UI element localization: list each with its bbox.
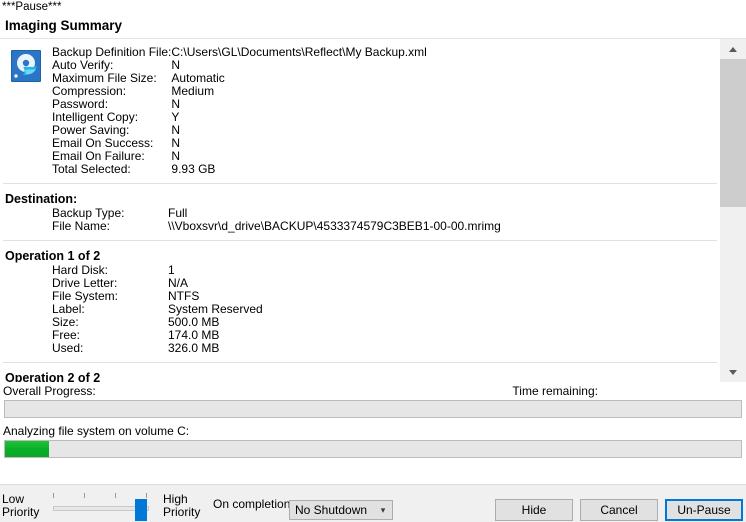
chevron-up-icon <box>729 46 737 52</box>
summary-scroll-content: Backup Definition File: C:\Users\GL\Docu… <box>0 39 719 382</box>
pause-status-banner: ***Pause*** <box>0 0 746 16</box>
row-key: Used: <box>52 341 84 355</box>
row-value: N <box>171 136 181 150</box>
hide-button[interactable]: Hide <box>495 499 573 521</box>
overall-progress-label: Overall Progress: <box>3 384 96 398</box>
chevron-down-icon <box>729 369 737 375</box>
row-key: File Name: <box>52 219 111 233</box>
table-row: Compression: Medium <box>52 85 427 98</box>
row-value: Medium <box>171 84 215 98</box>
task-progress-bar <box>4 440 742 458</box>
row-key: Total Selected: <box>52 162 131 176</box>
row-value: N <box>171 97 181 111</box>
table-row: Total Selected: 9.93 GB <box>52 163 427 176</box>
row-value: C:\Users\GL\Documents\Reflect\My Backup.… <box>171 45 427 59</box>
destination-details-table: Backup Type: Full File Name: \\Vboxsvr\d… <box>52 207 501 233</box>
operation-1-title: Operation 1 of 2 <box>5 249 101 263</box>
imaging-progress-window: ***Pause*** Imaging Summary Backup Defin… <box>0 0 746 522</box>
table-row: Free: 174.0 MB <box>52 329 263 342</box>
high-priority-label: High Priority <box>163 492 201 519</box>
operation-1-block: Operation 1 of 2 Hard Disk: 1 Drive Lett… <box>0 241 719 362</box>
scroll-up-button[interactable] <box>720 39 746 59</box>
row-value: \\Vboxsvr\d_drive\BACKUP\4533374579C3BEB… <box>168 219 501 233</box>
task-status-row: Analyzing file system on volume C: <box>0 422 746 440</box>
imaging-summary-block: Backup Definition File: C:\Users\GL\Docu… <box>0 39 719 183</box>
time-remaining-label: Time remaining: <box>512 384 598 398</box>
table-row: Size: 500.0 MB <box>52 316 263 329</box>
row-value: Y <box>171 110 180 124</box>
on-completion-dropdown[interactable]: No Shutdown ▾ <box>289 500 393 520</box>
table-row: Label: System Reserved <box>52 303 263 316</box>
page-title: Imaging Summary <box>0 16 746 38</box>
operation-1-details-table: Hard Disk: 1 Drive Letter: N/A File Syst… <box>52 264 263 355</box>
un-pause-button[interactable]: Un-Pause <box>665 499 743 521</box>
operation-2-block: Operation 2 of 2 <box>0 363 719 382</box>
low-priority-label: Low Priority <box>2 492 40 519</box>
task-progress-fill <box>5 441 50 457</box>
summary-details-table: Backup Definition File: C:\Users\GL\Docu… <box>52 46 427 176</box>
vertical-scrollbar[interactable] <box>719 39 746 382</box>
scrollbar-thumb[interactable] <box>720 59 746 207</box>
row-value: N <box>171 123 181 137</box>
chevron-down-icon: ▾ <box>380 504 386 515</box>
destination-title: Destination: <box>5 192 78 206</box>
table-row: Used: 326.0 MB <box>52 342 263 355</box>
destination-block: Destination: Backup Type: Full File Name… <box>0 184 719 240</box>
operation-2-title: Operation 2 of 2 <box>5 371 101 382</box>
slider-thumb[interactable] <box>135 499 147 521</box>
on-completion-label: On completion <box>213 497 291 511</box>
task-status-label: Analyzing file system on volume C: <box>3 424 190 438</box>
overall-progress-row: Overall Progress: Time remaining: <box>0 382 746 400</box>
hard-disk-icon <box>10 49 42 83</box>
row-value: 326.0 MB <box>168 341 220 355</box>
priority-slider[interactable] <box>53 493 149 521</box>
overall-progress-bar <box>4 400 742 418</box>
row-value: 9.93 GB <box>171 162 216 176</box>
scroll-down-button[interactable] <box>720 362 746 382</box>
summary-scroll-region[interactable]: Backup Definition File: C:\Users\GL\Docu… <box>0 38 746 382</box>
on-completion-value: No Shutdown <box>295 503 368 517</box>
table-row: File Name: \\Vboxsvr\d_drive\BACKUP\4533… <box>52 220 501 233</box>
progress-area: Overall Progress: Time remaining: Analyz… <box>0 382 746 458</box>
cancel-button[interactable]: Cancel <box>580 499 658 521</box>
